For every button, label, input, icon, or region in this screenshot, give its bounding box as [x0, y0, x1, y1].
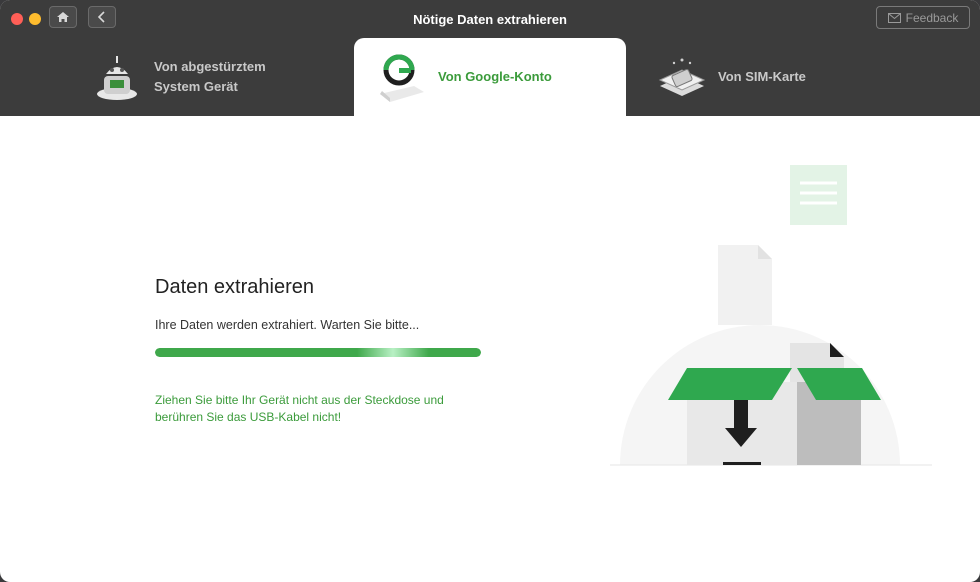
tab-crashed-device[interactable]: Von abgestürztem System Gerät — [90, 38, 352, 116]
warning-message: Ziehen Sie bitte Ihr Gerät nicht aus der… — [155, 393, 444, 424]
mail-icon — [887, 12, 901, 23]
progress-bar-fill — [155, 348, 481, 357]
tab-crashed-device-label-line1: Von abgestürztem — [154, 59, 266, 74]
tab-crashed-device-label: Von abgestürztem System Gerät — [154, 57, 266, 97]
status-message: Ihre Daten werden extrahiert. Warten Sie… — [155, 318, 420, 332]
window-title: Nötige Daten extrahieren — [413, 12, 567, 27]
broken-robot-icon — [97, 56, 137, 100]
extracting-box-illustration — [610, 165, 932, 466]
google-g-icon — [380, 54, 424, 102]
feedback-label: Feedback — [905, 10, 959, 25]
sim-card-icon — [658, 58, 706, 96]
tab-google-account[interactable]: Von Google-Konto — [354, 38, 626, 116]
page-heading: Daten extrahieren — [155, 276, 314, 298]
tab-google-account-label: Von Google-Konto — [438, 69, 552, 84]
feedback-button[interactable]: Feedback — [876, 6, 970, 29]
tab-sim-card[interactable]: Von SIM-Karte — [650, 38, 950, 116]
tab-sim-card-label: Von SIM-Karte — [718, 69, 806, 84]
progress-bar — [155, 348, 481, 357]
tab-crashed-device-label-line2: System Gerät — [154, 79, 238, 94]
title-bar: Nötige Daten extrahieren Feedback Von ab… — [0, 0, 980, 116]
app-window: Nötige Daten extrahieren Feedback Von ab… — [0, 0, 980, 582]
